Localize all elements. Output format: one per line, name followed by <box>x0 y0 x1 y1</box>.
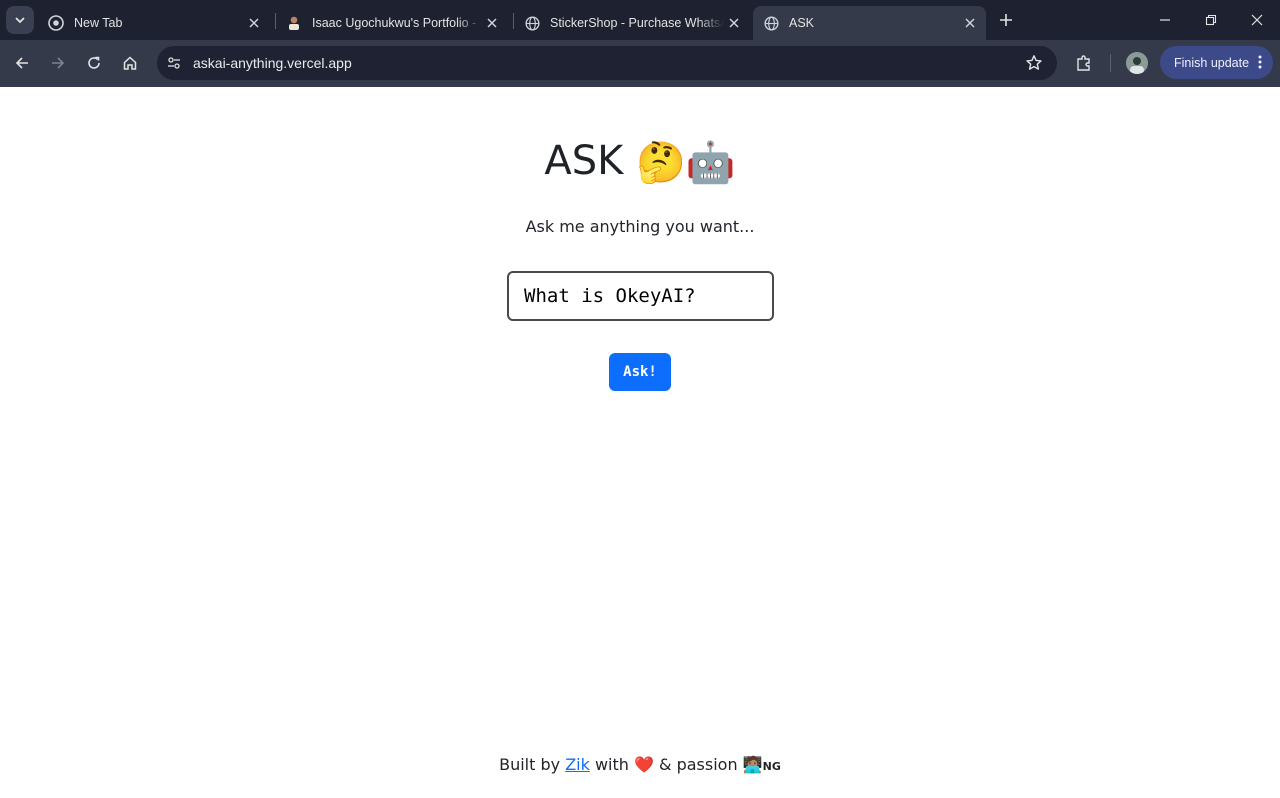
new-tab-button[interactable] <box>994 8 1018 32</box>
arrow-left-icon <box>15 57 28 69</box>
close-icon[interactable] <box>482 13 502 33</box>
thinking-face-icon: 🤔 <box>636 140 686 186</box>
finish-update-button[interactable]: Finish update <box>1160 46 1273 79</box>
profile-avatar[interactable] <box>1126 52 1148 74</box>
minimize-icon <box>1160 19 1170 21</box>
tab-search-button[interactable] <box>6 6 34 34</box>
close-icon[interactable] <box>724 13 744 33</box>
tab-title: ASK <box>789 16 815 30</box>
puzzle-icon <box>1077 55 1090 71</box>
arrow-right-icon <box>52 57 65 69</box>
home-icon <box>123 56 137 70</box>
tab-title: New Tab <box>74 16 123 30</box>
footer: Built by Zik with ❤️ & passion 🧑🏽‍💻NG <box>0 755 1280 774</box>
close-window-button[interactable] <box>1234 0 1280 40</box>
reload-button[interactable] <box>80 49 108 77</box>
tab-title: StickerShop - Purchase WhatsA <box>550 16 724 30</box>
footer-passion: & passion <box>659 755 738 774</box>
browser-tabstrip: New Tab Isaac Ugochukwu's Portfolio - F … <box>0 0 1280 40</box>
country-flag: NG <box>762 760 781 773</box>
globe-icon <box>763 15 779 31</box>
heart-icon: ❤️ <box>634 755 654 774</box>
toolbar-divider <box>1110 54 1111 72</box>
reload-icon <box>88 56 100 69</box>
globe-icon <box>524 15 540 31</box>
browser-toolbar: askai-anything.vercel.app Finish update <box>0 40 1280 87</box>
close-icon[interactable] <box>244 13 264 33</box>
more-vert-icon[interactable] <box>1258 55 1262 72</box>
bookmark-star-icon[interactable] <box>1025 54 1043 72</box>
restore-button[interactable] <box>1188 0 1234 40</box>
forward-button[interactable] <box>44 49 72 77</box>
plus-icon <box>1000 14 1012 26</box>
url-text: askai-anything.vercel.app <box>193 55 352 71</box>
ask-button[interactable]: Ask! <box>609 353 671 391</box>
home-button[interactable] <box>116 49 144 77</box>
page-title: ASK 🤔🤖 <box>0 135 1280 189</box>
author-link[interactable]: Zik <box>565 755 590 774</box>
portfolio-favicon <box>286 15 302 31</box>
page-content: ASK 🤔🤖 Ask me anything you want... Ask! … <box>0 87 1280 798</box>
footer-built-by: Built by <box>499 755 561 774</box>
close-icon <box>1251 14 1263 26</box>
chevron-down-icon <box>15 17 25 24</box>
minimize-button[interactable] <box>1142 0 1188 40</box>
page-subtitle: Ask me anything you want... <box>525 217 755 236</box>
footer-with: with <box>594 755 629 774</box>
page-title-text: ASK <box>544 138 624 184</box>
close-icon[interactable] <box>960 13 980 33</box>
restore-icon <box>1205 14 1217 26</box>
tab-title: Isaac Ugochukwu's Portfolio - F <box>312 16 482 30</box>
tab-new-tab[interactable]: New Tab <box>38 6 270 40</box>
extensions-button[interactable] <box>1071 50 1097 76</box>
tab-stickershop[interactable]: StickerShop - Purchase WhatsA <box>514 6 750 40</box>
coder-icon: 🧑🏽‍💻 <box>742 755 763 774</box>
tab-ask[interactable]: ASK <box>753 6 986 40</box>
back-button[interactable] <box>8 49 36 77</box>
tab-portfolio[interactable]: Isaac Ugochukwu's Portfolio - F <box>276 6 508 40</box>
question-input[interactable] <box>507 271 774 321</box>
finish-update-label: Finish update <box>1174 55 1250 70</box>
address-bar[interactable]: askai-anything.vercel.app <box>157 46 1057 80</box>
site-settings-icon[interactable] <box>164 53 184 73</box>
robot-icon: 🤖 <box>685 140 736 186</box>
chrome-icon <box>48 15 64 31</box>
